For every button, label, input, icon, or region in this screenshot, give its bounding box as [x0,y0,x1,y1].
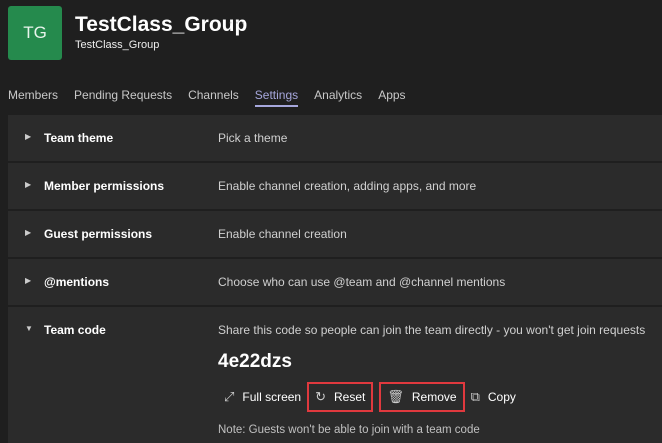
reset-icon: ↻ [315,389,326,404]
setting-desc: Pick a theme [218,131,288,145]
tab-apps[interactable]: Apps [378,88,405,107]
full-screen-label: Full screen [242,390,302,404]
setting-name: Member permissions [44,179,165,193]
reset-label: Reset [334,390,366,404]
setting-team-code[interactable]: ▼ Team code Share this code so people ca… [8,307,662,443]
setting-team-theme[interactable]: ▶ Team theme Pick a theme [8,115,662,161]
tab-analytics[interactable]: Analytics [314,88,362,107]
caret-right-icon: ▶ [25,228,32,237]
guest-note: Note: Guests won't be able to join with … [218,424,480,436]
team-code-value: 4e22dzs [218,351,292,372]
remove-label: Remove [411,390,457,404]
team-title: TestClass_Group [75,13,248,36]
setting-desc: Choose who can use @team and @channel me… [218,275,506,289]
copy-icon: ⧉ [470,389,480,404]
copy-button[interactable]: ⧉ Copy [465,382,522,412]
caret-right-icon: ▶ [25,132,32,141]
trash-icon: 🗑 [387,389,404,404]
setting-desc: Share this code so people can join the t… [218,323,646,337]
more-options-button[interactable]: ··· [228,14,247,32]
tab-bar: Members Pending Requests Channels Settin… [8,88,406,107]
tab-channels[interactable]: Channels [188,88,239,107]
setting-member-permissions[interactable]: ▶ Member permissions Enable channel crea… [8,163,662,209]
expand-icon: ⤢ [224,389,235,404]
reset-button[interactable]: ↻ Reset [307,382,374,412]
setting-mentions[interactable]: ▶ @mentions Choose who can use @team and… [8,259,662,305]
setting-desc: Enable channel creation [218,227,347,241]
settings-panel: ▶ Team theme Pick a theme ▶ Member permi… [8,115,662,443]
setting-name: Team code [44,323,106,337]
caret-right-icon: ▶ [25,276,32,285]
tab-settings[interactable]: Settings [254,88,299,107]
caret-right-icon: ▶ [25,180,32,189]
team-avatar: TG [8,6,62,60]
setting-desc: Enable channel creation, adding apps, an… [218,179,477,193]
team-subtitle: TestClass_Group [75,39,160,51]
copy-label: Copy [487,390,516,404]
full-screen-button[interactable]: ⤢ Full screen [218,382,307,412]
team-code-actions: ⤢ Full screen ↻ Reset 🗑 Remove ⧉ Copy [218,382,522,412]
caret-down-icon: ▼ [25,324,33,333]
setting-name: Guest permissions [44,227,153,241]
tab-pending-requests[interactable]: Pending Requests [74,88,172,107]
tab-members[interactable]: Members [8,88,58,107]
setting-guest-permissions[interactable]: ▶ Guest permissions Enable channel creat… [8,211,662,257]
setting-name: Team theme [44,131,114,145]
remove-button[interactable]: 🗑 Remove [379,382,465,412]
setting-name: @mentions [44,275,110,289]
